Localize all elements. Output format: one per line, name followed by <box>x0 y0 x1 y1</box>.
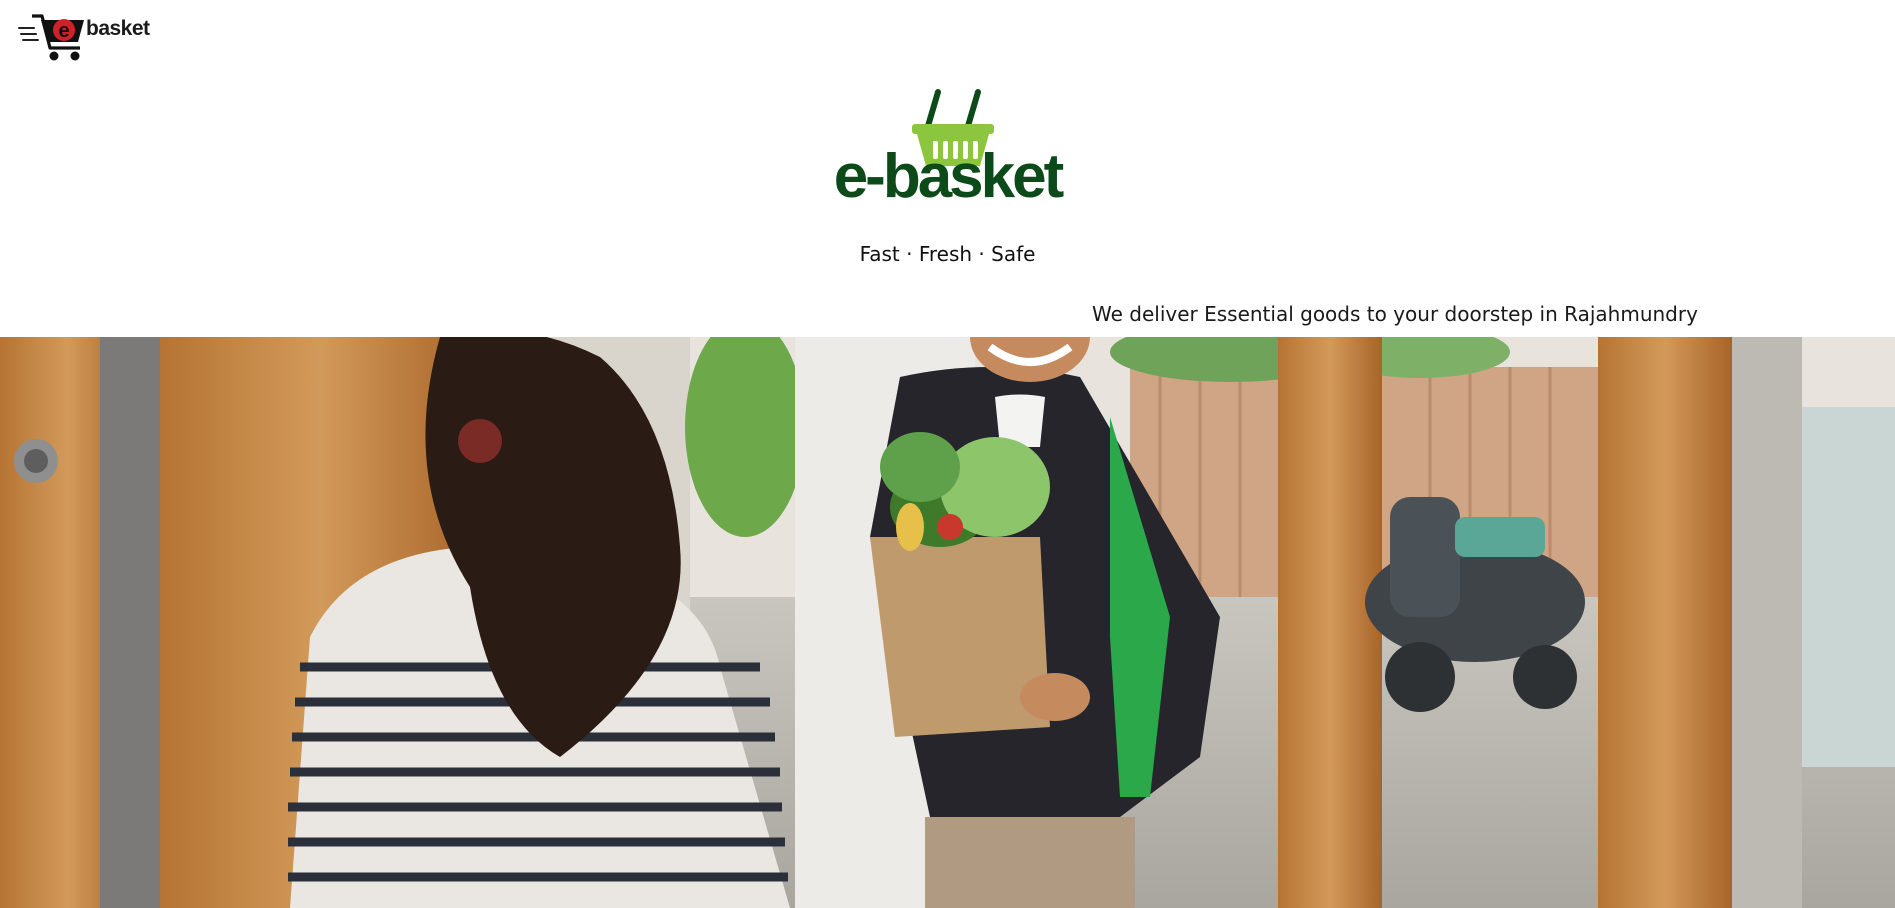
logo-wordmark: e-basket <box>833 142 1065 211</box>
hamburger-menu-icon <box>18 27 39 41</box>
brand-wordmark-small[interactable]: basket <box>86 17 150 41</box>
shopping-cart-icon: e <box>18 14 84 61</box>
svg-text:e: e <box>58 20 69 42</box>
tagline: Fast · Fresh · Safe <box>859 242 1036 266</box>
delivery-message: We deliver Essential goods to your doors… <box>1092 302 1698 326</box>
page: e basket e-basket Fast · Fresh · Safe We… <box>0 0 1895 908</box>
top-bar: e basket <box>0 0 1895 62</box>
brand-logo: e-basket <box>820 86 1075 216</box>
delivery-person-handing-grocery-bag-photo <box>0 337 1895 908</box>
